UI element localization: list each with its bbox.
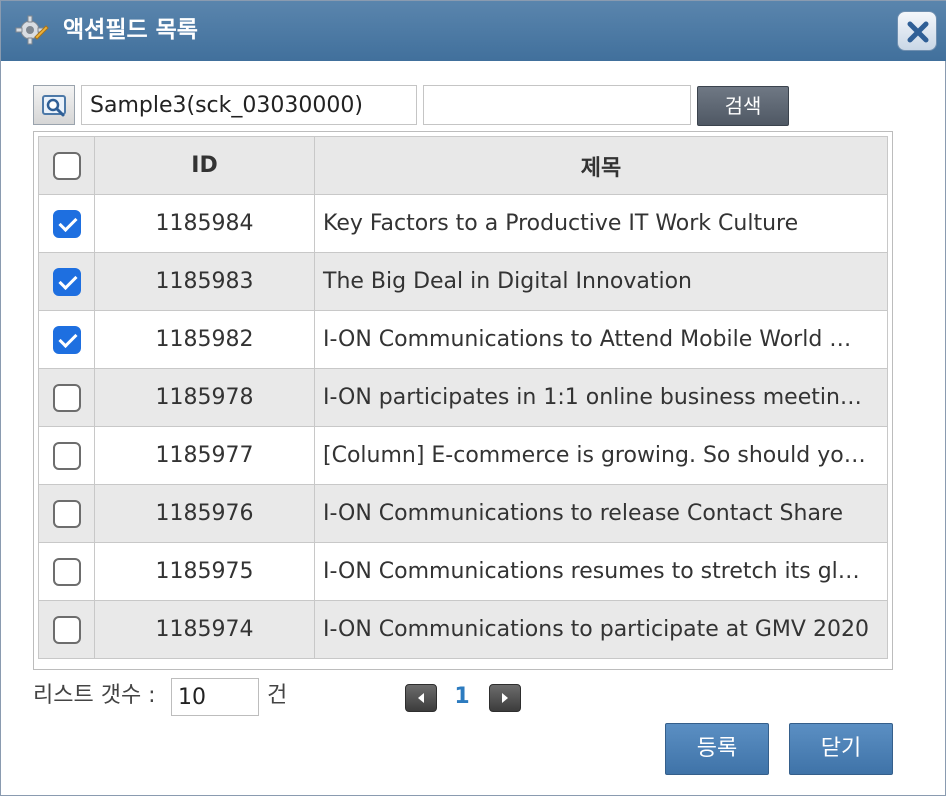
field-select-input[interactable] (81, 85, 417, 125)
row-id: 1185977 (94, 426, 315, 485)
row-id: 1185974 (94, 600, 315, 659)
close-icon (907, 21, 929, 43)
row-checkbox[interactable] (52, 209, 81, 238)
row-checkbox[interactable] (52, 557, 81, 586)
table-row[interactable]: 1185976 I-ON Communications to release C… (38, 484, 888, 543)
page-number-current[interactable]: 1 (445, 682, 479, 712)
table-row[interactable]: 1185977 [Column] E-commerce is growing. … (38, 426, 888, 485)
row-id: 1185975 (94, 542, 315, 601)
row-title: [Column] E-commerce is growing. So shoul… (314, 426, 888, 485)
row-id: 1185984 (94, 194, 315, 253)
row-id: 1185978 (94, 368, 315, 427)
row-title: I-ON Communications to release Contact S… (314, 484, 888, 543)
prev-page-button[interactable] (405, 684, 437, 712)
close-button[interactable]: 닫기 (789, 723, 893, 775)
column-header-id[interactable]: ID (94, 136, 315, 195)
header-select-all-cell (38, 136, 95, 195)
select-all-checkbox[interactable] (52, 151, 81, 180)
table-row[interactable]: 1185982 I-ON Communications to Attend Mo… (38, 310, 888, 369)
table-row[interactable]: 1185984 Key Factors to a Productive IT W… (38, 194, 888, 253)
search-button[interactable]: 검색 (697, 86, 789, 126)
list-count-input[interactable] (171, 678, 259, 716)
search-row: 검색 (33, 85, 793, 126)
list-count-unit: 건 (267, 683, 288, 708)
table-row[interactable]: 1185983 The Big Deal in Digital Innovati… (38, 252, 888, 311)
register-button[interactable]: 등록 (665, 723, 769, 775)
row-checkbox[interactable] (52, 325, 81, 354)
table-row[interactable]: 1185974 I-ON Communications to participa… (38, 600, 888, 659)
row-checkbox[interactable] (52, 499, 81, 528)
row-id: 1185982 (94, 310, 315, 369)
table-header-row: ID 제목 (38, 136, 888, 195)
table-row[interactable]: 1185978 I-ON participates in 1:1 online … (38, 368, 888, 427)
chevron-left-icon (418, 693, 424, 703)
row-title: I-ON Communications resumes to stretch i… (314, 542, 888, 601)
action-field-list-dialog: 액션필드 목록 검색 ID (0, 0, 946, 796)
row-checkbox[interactable] (52, 267, 81, 296)
row-checkbox[interactable] (52, 383, 81, 412)
row-checkbox[interactable] (52, 441, 81, 470)
close-dialog-button[interactable] (897, 11, 937, 51)
list-count-label: 리스트 갯수 : (33, 683, 156, 708)
row-id: 1185976 (94, 484, 315, 543)
row-title: I-ON Communications to Attend Mobile Wor… (314, 310, 888, 369)
gear-icon (15, 13, 49, 47)
row-title: I-ON Communications to participate at GM… (314, 600, 888, 659)
row-title: I-ON participates in 1:1 online business… (314, 368, 888, 427)
row-checkbox[interactable] (52, 615, 81, 644)
dialog-title: 액션필드 목록 (63, 17, 198, 43)
next-page-button[interactable] (489, 684, 521, 712)
row-title: The Big Deal in Digital Innovation (314, 252, 888, 311)
row-title: Key Factors to a Productive IT Work Cult… (314, 194, 888, 253)
table-body: 1185984 Key Factors to a Productive IT W… (38, 194, 888, 659)
dialog-titlebar: 액션필드 목록 (1, 1, 946, 61)
search-icon-button[interactable] (33, 85, 75, 125)
table-row[interactable]: 1185975 I-ON Communications resumes to s… (38, 542, 888, 601)
row-id: 1185983 (94, 252, 315, 311)
search-icon (42, 95, 66, 117)
chevron-right-icon (502, 693, 508, 703)
search-keyword-input[interactable] (423, 85, 691, 125)
column-header-title[interactable]: 제목 (314, 136, 888, 195)
action-field-table: ID 제목 1185984 Key Factors to a Productiv… (33, 131, 893, 670)
